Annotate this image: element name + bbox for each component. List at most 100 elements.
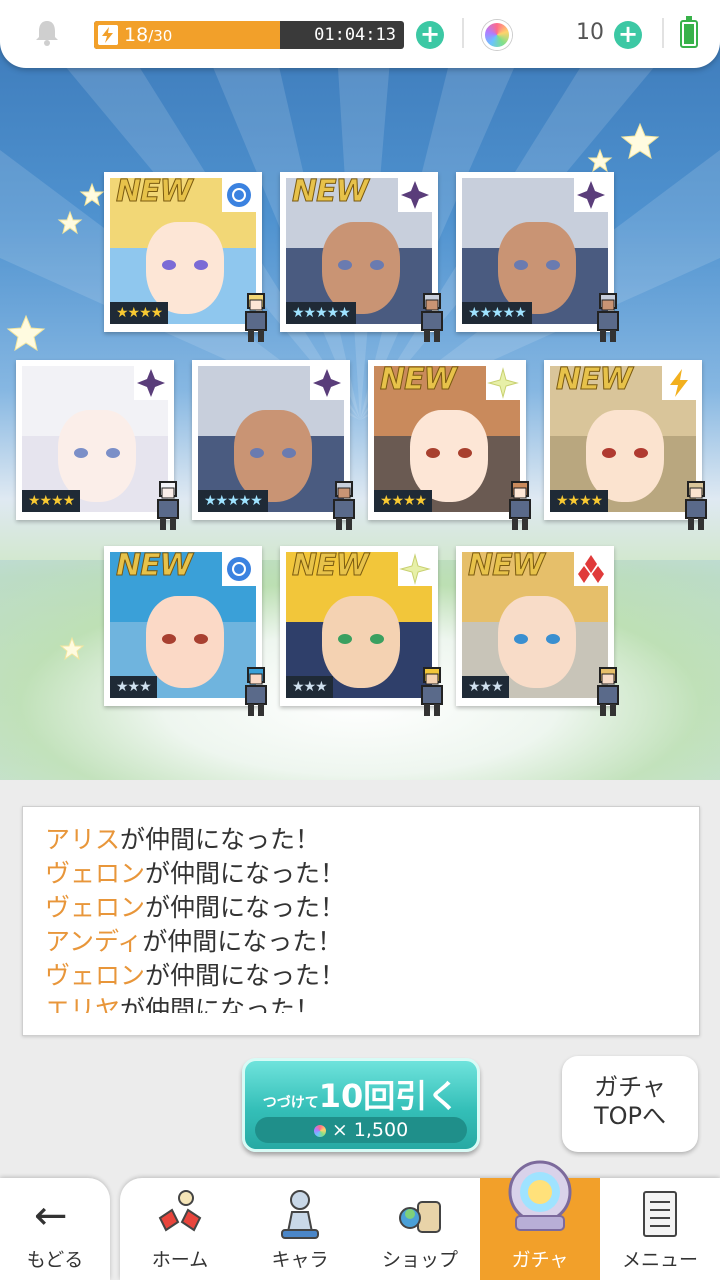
- log-message: が仲間になった！: [145, 961, 346, 990]
- portrait-eye: [602, 448, 616, 458]
- portrait-face: [234, 410, 312, 502]
- character-card[interactable]: NEW ★★★★: [544, 360, 707, 530]
- gacha-top-button[interactable]: ガチャ TOPへ: [562, 1056, 698, 1152]
- stamina-current: 18: [124, 24, 149, 46]
- divider: [462, 18, 464, 48]
- new-badge: NEW: [292, 548, 370, 584]
- recruit-log-list: アリスが仲間になった！ ヴェロンが仲間になった！ ヴェロンが仲間になった！ アンディが…: [45, 823, 677, 1013]
- portrait-eye: [338, 260, 352, 270]
- log-line: アリスが仲間になった！: [45, 823, 677, 857]
- pixel-sprite-icon: [597, 293, 619, 342]
- new-badge: NEW: [116, 548, 194, 584]
- portrait-eye: [74, 448, 88, 458]
- lightning-icon: [98, 25, 118, 45]
- character-card[interactable]: NEW ★★★: [456, 546, 619, 716]
- nav-gacha-label: ガチャ: [511, 1249, 569, 1271]
- nav-character[interactable]: キャラ: [240, 1178, 360, 1280]
- rarity-stars: ★★★: [286, 676, 333, 698]
- portrait-face: [146, 222, 224, 314]
- portrait-eye: [106, 448, 120, 458]
- portrait-eye: [634, 448, 648, 458]
- character-name: エリヤ: [45, 995, 121, 1013]
- log-message: が仲間になった！: [142, 927, 343, 956]
- nav-menu[interactable]: メニュー: [600, 1178, 720, 1280]
- rarity-stars: ★★★★: [374, 490, 433, 512]
- menu-icon: [643, 1191, 677, 1237]
- character-card[interactable]: NEW ★★★★: [104, 172, 267, 342]
- pixel-sprite-icon: [333, 481, 355, 530]
- portrait-face: [322, 596, 400, 688]
- pull-cost-value: × 1,500: [331, 1119, 409, 1141]
- log-message: が仲間になった！: [120, 825, 321, 854]
- recruit-log[interactable]: アリスが仲間になった！ ヴェロンが仲間になった！ ヴェロンが仲間になった！ アンディが…: [22, 806, 700, 1036]
- new-badge: NEW: [116, 174, 194, 210]
- character-card[interactable]: NEW ★★★★: [368, 360, 531, 530]
- nav-shop-label: ショップ: [381, 1249, 458, 1271]
- character-card[interactable]: ★★★★: [16, 360, 179, 530]
- dark-star-icon: [310, 366, 344, 400]
- water-circle-icon: [222, 178, 256, 212]
- stamina-value: 18/30: [124, 23, 172, 48]
- nav-home-label: ホーム: [151, 1249, 209, 1271]
- home-icon: [158, 1190, 202, 1232]
- back-label: もどる: [26, 1249, 84, 1271]
- add-gems-button[interactable]: +: [614, 21, 642, 49]
- nav-home[interactable]: ホーム: [120, 1178, 240, 1280]
- log-line: ヴェロンが仲間になった！: [45, 857, 677, 891]
- character-card[interactable]: NEW ★★★: [280, 546, 443, 716]
- stamina-timer: 01:04:13: [314, 25, 396, 45]
- new-badge: NEW: [556, 362, 634, 398]
- gacha-icon: [508, 1160, 572, 1231]
- nav-shop[interactable]: ショップ: [360, 1178, 480, 1280]
- portrait-face: [498, 222, 576, 314]
- bell-icon[interactable]: [32, 18, 62, 48]
- portrait-eye: [338, 634, 352, 644]
- pixel-sprite-icon: [685, 481, 707, 530]
- character-card[interactable]: NEW ★★★: [104, 546, 267, 716]
- character-name: アリス: [45, 825, 121, 854]
- log-message: が仲間になった！: [120, 995, 321, 1013]
- character-card[interactable]: ★★★★★: [192, 360, 355, 530]
- light-star-icon: [486, 366, 520, 400]
- back-button[interactable]: ← もどる: [0, 1178, 110, 1280]
- add-stamina-button[interactable]: +: [416, 21, 444, 49]
- portrait-eye: [250, 448, 264, 458]
- stamina-bar: 18/30 01:04:13: [94, 21, 404, 49]
- dark-star-icon: [398, 178, 432, 212]
- character-name: ヴェロン: [45, 859, 146, 888]
- nav-character-label: キャラ: [271, 1249, 329, 1271]
- new-badge: NEW: [380, 362, 458, 398]
- bottom-nav: ホーム キャラ ショップ ガチャ メニュー: [120, 1160, 720, 1280]
- stamina-max: /30: [148, 27, 173, 45]
- pull-button-label: つづけて10回引く: [245, 1071, 477, 1117]
- portrait-eye: [162, 634, 176, 644]
- new-badge: NEW: [292, 174, 370, 210]
- shop-icon: [399, 1201, 441, 1233]
- rarity-stars: ★★★★★: [462, 302, 532, 324]
- dark-star-icon: [574, 178, 608, 212]
- stamina-fill: [94, 21, 280, 49]
- pixel-sprite-icon: [509, 481, 531, 530]
- portrait-face: [322, 222, 400, 314]
- nav-gacha[interactable]: ガチャ: [480, 1160, 600, 1280]
- rarity-stars: ★★★★★: [286, 302, 356, 324]
- gem-orb-icon: [482, 20, 512, 50]
- portrait-face: [58, 410, 136, 502]
- portrait-face: [146, 596, 224, 688]
- character-name: アンディ: [45, 927, 143, 956]
- water-circle-icon: [222, 552, 256, 586]
- character-card[interactable]: ★★★★★: [456, 172, 619, 342]
- portrait-eye: [514, 260, 528, 270]
- pull-10-again-button[interactable]: つづけて10回引く × 1,500: [242, 1058, 480, 1152]
- portrait-eye: [370, 260, 384, 270]
- light-star-icon: [398, 552, 432, 586]
- status-bar: 18/30 01:04:13 + 10 +: [0, 0, 720, 68]
- portrait-eye: [194, 634, 208, 644]
- dark-star-icon: [134, 366, 168, 400]
- gem-orb-icon: [313, 1124, 326, 1137]
- pixel-sprite-icon: [421, 293, 443, 342]
- pull-cost: × 1,500: [255, 1117, 467, 1143]
- rarity-stars: ★★★★★: [198, 490, 268, 512]
- log-line: エリヤが仲間になった！: [45, 993, 677, 1013]
- character-card[interactable]: NEW ★★★★★: [280, 172, 443, 342]
